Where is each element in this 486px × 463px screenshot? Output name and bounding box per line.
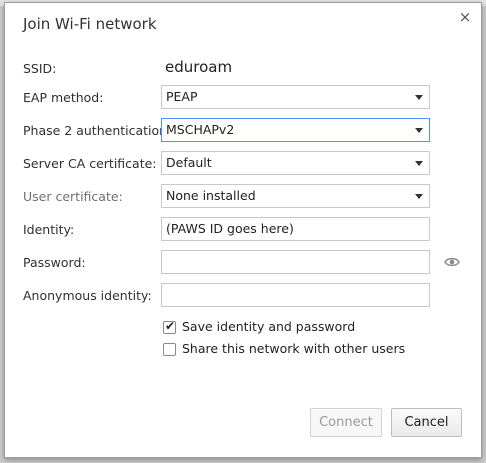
- anonymous-identity-label: Anonymous identity:: [23, 288, 152, 303]
- password-label: Password:: [23, 255, 86, 270]
- eap-method-label: EAP method:: [23, 90, 104, 105]
- anonymous-identity-input[interactable]: [161, 283, 430, 307]
- cancel-button[interactable]: Cancel: [391, 408, 462, 437]
- share-network-checkbox[interactable]: [163, 343, 176, 356]
- user-certificate-select[interactable]: None installed: [161, 184, 430, 208]
- eap-method-select[interactable]: PEAP: [161, 85, 430, 109]
- phase2-auth-label: Phase 2 authentication:: [23, 123, 172, 138]
- share-network-label: Share this network with other users: [182, 341, 406, 356]
- checkmark-icon: ✔: [165, 319, 176, 333]
- server-ca-label: Server CA certificate:: [23, 156, 157, 171]
- eye-icon[interactable]: [444, 256, 460, 268]
- user-certificate-label: User certificate:: [23, 189, 123, 204]
- chevron-down-icon: [415, 95, 423, 100]
- chevron-down-icon: [415, 128, 423, 133]
- identity-input[interactable]: (PAWS ID goes here): [161, 217, 430, 241]
- server-ca-select[interactable]: Default: [161, 151, 430, 175]
- save-identity-checkbox[interactable]: ✔: [163, 319, 176, 334]
- dialog-title: Join Wi-Fi network: [23, 15, 157, 33]
- phase2-auth-value: MSCHAPv2: [166, 122, 235, 137]
- user-certificate-value: None installed: [166, 188, 256, 203]
- password-input[interactable]: [161, 250, 430, 274]
- close-icon[interactable]: ×: [457, 9, 473, 25]
- chevron-down-icon: [415, 194, 423, 199]
- chevron-down-icon: [415, 161, 423, 166]
- join-wifi-dialog: Join Wi-Fi network × SSID: eduroam EAP m…: [4, 2, 482, 458]
- identity-label: Identity:: [23, 222, 75, 237]
- eap-method-value: PEAP: [166, 89, 198, 104]
- ssid-label: SSID:: [23, 61, 57, 76]
- phase2-auth-select[interactable]: MSCHAPv2: [161, 118, 430, 142]
- connect-button[interactable]: Connect: [310, 408, 382, 437]
- save-identity-label: Save identity and password: [182, 319, 356, 334]
- ssid-value: eduroam: [165, 58, 233, 76]
- server-ca-value: Default: [166, 155, 212, 170]
